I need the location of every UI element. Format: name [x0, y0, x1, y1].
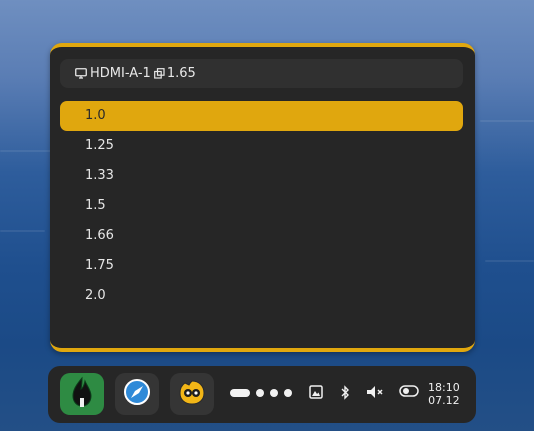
scale-option-1-5[interactable]: 1.5: [60, 191, 463, 221]
scale-option-1-33[interactable]: 1.33: [60, 161, 463, 191]
workspace-1[interactable]: [230, 389, 250, 397]
bluetooth-icon[interactable]: [340, 385, 350, 400]
scale-option-1-0[interactable]: 1.0: [60, 101, 463, 131]
monitor-icon: [75, 68, 87, 79]
scale-options-list: 1.0 1.25 1.33 1.5 1.66 1.75 2.0: [60, 101, 463, 311]
taskbar: 18:10 07.12: [48, 366, 476, 423]
clock-date: 07.12: [428, 394, 460, 407]
scale-option-1-75[interactable]: 1.75: [60, 251, 463, 281]
clock[interactable]: 18:10 07.12: [428, 381, 460, 407]
display-scale-panel: HDMI-A-1 1.65 1.0 1.25 1.33 1.5 1.66 1.7…: [50, 43, 475, 352]
compass-icon: [123, 378, 151, 410]
workspace-4[interactable]: [284, 389, 292, 397]
output-name: HDMI-A-1: [90, 66, 151, 81]
current-scale: 1.65: [166, 66, 196, 81]
workspace-indicator: [230, 389, 298, 397]
workspace-3[interactable]: [270, 389, 278, 397]
scale-icon: [153, 68, 165, 79]
scale-option-2-0[interactable]: 2.0: [60, 281, 463, 311]
output-header: HDMI-A-1 1.65: [60, 59, 463, 88]
volume-muted-icon[interactable]: [366, 385, 386, 399]
character-icon: [177, 378, 207, 410]
green-flame-app-button[interactable]: [60, 373, 104, 415]
scale-option-1-25[interactable]: 1.25: [60, 131, 463, 161]
flame-icon: [69, 376, 95, 412]
yellow-character-app-button[interactable]: [170, 373, 214, 415]
blue-compass-app-button[interactable]: [115, 373, 159, 415]
image-icon[interactable]: [309, 385, 323, 399]
toggle-icon[interactable]: [399, 385, 419, 397]
scale-option-1-66[interactable]: 1.66: [60, 221, 463, 251]
clock-time: 18:10: [428, 381, 460, 394]
workspace-2[interactable]: [256, 389, 264, 397]
